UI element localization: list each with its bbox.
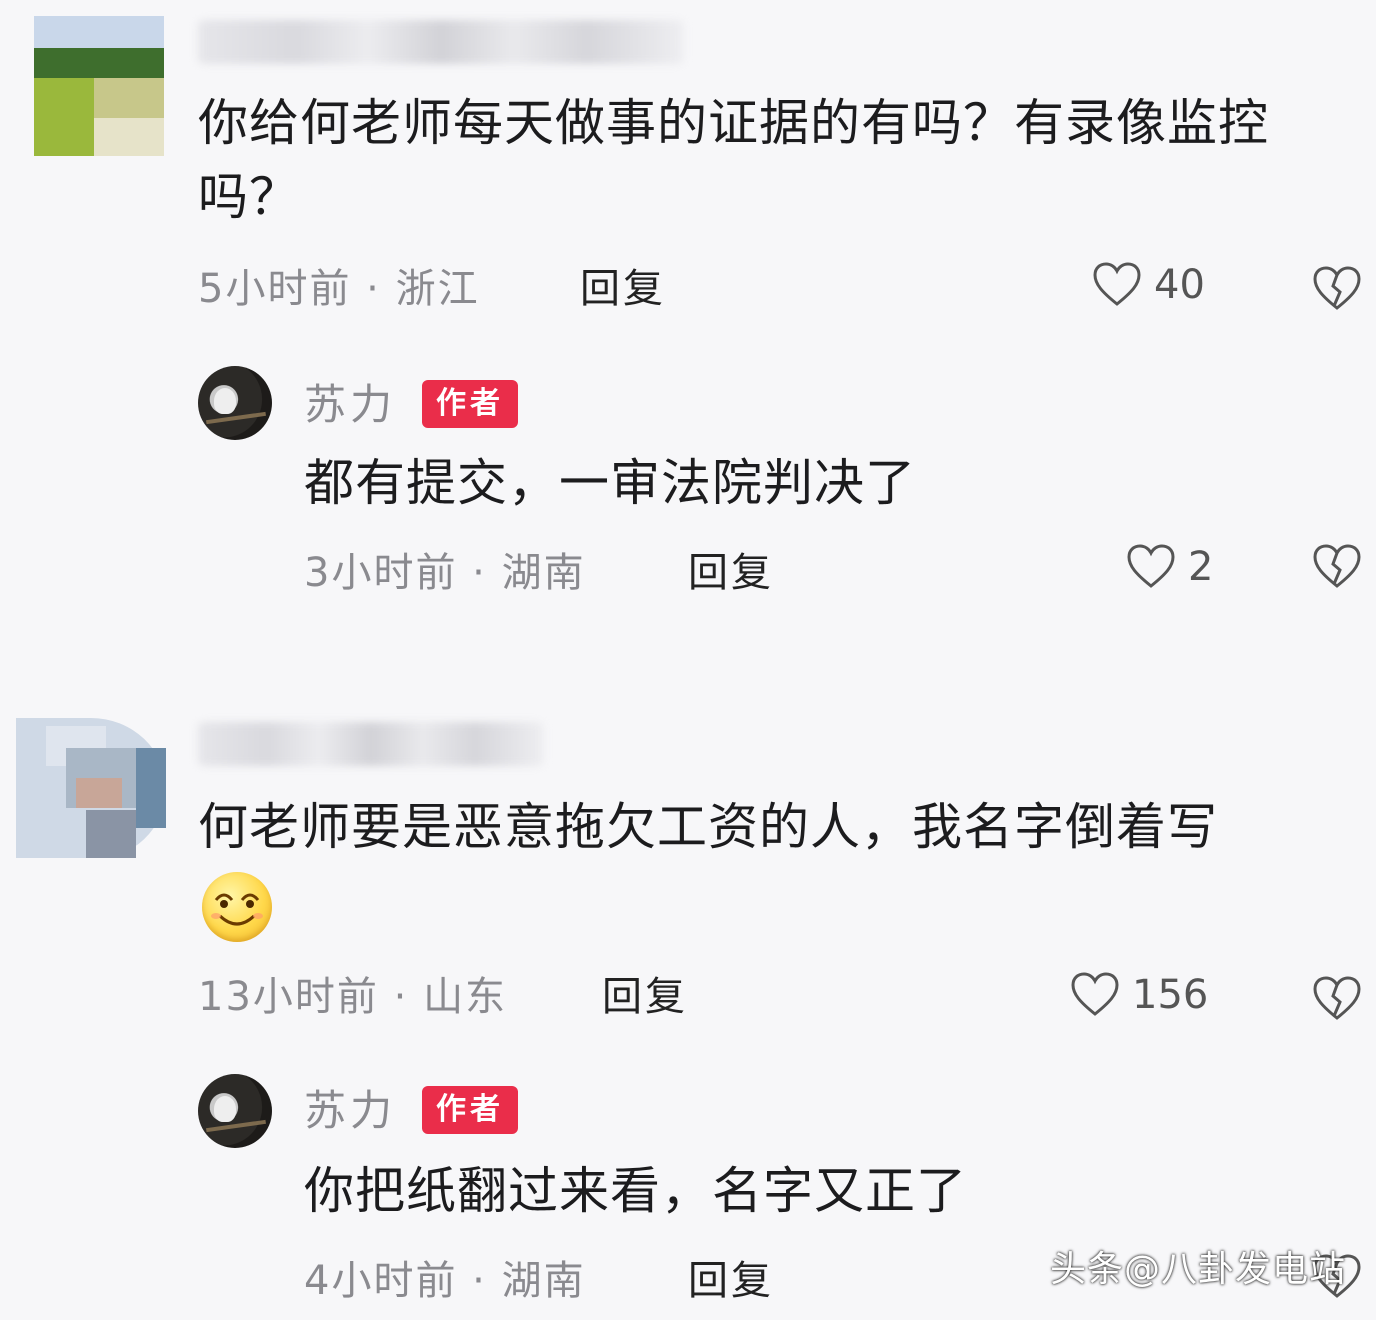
broken-heart-icon[interactable] (1312, 544, 1362, 590)
comment-text: 何老师要是恶意拖欠工资的人，我名字倒着写 (198, 790, 1358, 864)
reply-button[interactable]: 回复 (602, 972, 688, 1022)
author-avatar[interactable] (198, 366, 272, 440)
reply-button[interactable]: 回复 (688, 1256, 774, 1306)
meta-separator: · (457, 1258, 502, 1304)
heart-outline-icon (1127, 544, 1175, 588)
username-blurred[interactable] (198, 20, 684, 64)
watermark: 头条@八卦发电站 (1049, 1249, 1346, 1290)
comment-text-content: 何老师要是恶意拖欠工资的人，我名字倒着写 (198, 798, 1218, 856)
comment-time: 5小时前 (198, 266, 352, 312)
reply-text: 你把纸翻过来看，名字又正了 (304, 1162, 967, 1220)
broken-heart-icon[interactable] (1312, 976, 1362, 1022)
username-blurred[interactable] (198, 722, 544, 766)
author-name[interactable]: 苏力 (304, 1086, 396, 1136)
like-count: 156 (1132, 972, 1209, 1018)
reply-location: 湖南 (501, 550, 586, 596)
meta-separator: · (457, 550, 502, 596)
avatar[interactable] (16, 718, 166, 858)
reply-time: 3小时前 (304, 550, 458, 596)
reply-location: 湖南 (501, 1258, 586, 1304)
like-button[interactable]: 156 (1070, 972, 1208, 1018)
comment-location: 浙江 (395, 266, 480, 312)
comment-meta: 5小时前 · 浙江 (198, 264, 480, 314)
meta-separator: · (351, 266, 396, 312)
author-avatar[interactable] (198, 1074, 272, 1148)
reply-button[interactable]: 回复 (688, 548, 774, 598)
meta-separator: · (378, 974, 424, 1020)
author-name[interactable]: 苏力 (304, 380, 396, 430)
heart-outline-icon (1093, 262, 1141, 306)
author-badge: 作者 (422, 1086, 518, 1134)
like-count: 40 (1154, 262, 1205, 308)
reply-time: 4小时前 (304, 1258, 458, 1304)
reply-meta: 4小时前 · 湖南 (304, 1256, 586, 1306)
comment-location: 山东 (423, 974, 508, 1020)
like-button[interactable]: 40 (1092, 262, 1205, 308)
author-badge: 作者 (422, 380, 518, 428)
avatar[interactable] (34, 16, 164, 156)
comment-text-content: 你给何老师每天做事的证据的有吗？有录像监控吗？ (198, 94, 1269, 226)
reply-button[interactable]: 回复 (580, 264, 666, 314)
heart-outline-icon (1071, 972, 1119, 1016)
comment-meta: 13小时前 · 山东 (198, 972, 507, 1022)
comment-time: 13小时前 (198, 974, 379, 1020)
reply-meta: 3小时前 · 湖南 (304, 548, 586, 598)
like-count: 2 (1188, 544, 1214, 590)
smiling-face-emoji (202, 872, 272, 942)
comment-text: 你给何老师每天做事的证据的有吗？有录像监控吗？ (198, 86, 1338, 234)
reply-text: 都有提交，一审法院判决了 (304, 454, 916, 512)
broken-heart-icon[interactable] (1312, 266, 1362, 312)
like-button[interactable]: 2 (1126, 544, 1213, 590)
